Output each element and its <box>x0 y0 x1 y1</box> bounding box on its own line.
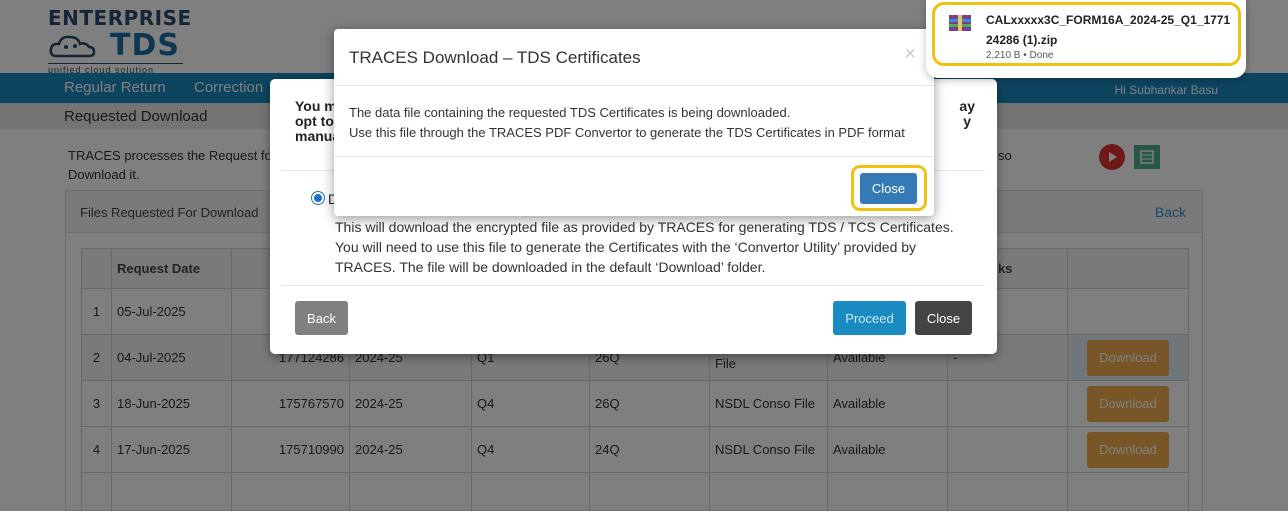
modal-body: The data file containing the requested T… <box>349 105 905 140</box>
modal-close-button[interactable]: Close <box>860 173 917 204</box>
proceed-button[interactable]: Proceed <box>833 301 906 335</box>
close-icon[interactable]: × <box>904 43 916 66</box>
close-button[interactable]: Close <box>915 301 972 335</box>
back-button[interactable]: Back <box>295 301 348 335</box>
download-option-radio[interactable] <box>311 191 325 205</box>
divider <box>334 156 934 157</box>
divider <box>282 285 985 286</box>
traces-download-modal: TRACES Download – TDS Certificates × The… <box>334 29 934 216</box>
highlight-outline <box>932 2 1241 66</box>
option-description: This will download the encrypted file as… <box>335 219 954 275</box>
modal-title: TRACES Download – TDS Certificates <box>349 48 641 67</box>
divider <box>334 85 934 86</box>
